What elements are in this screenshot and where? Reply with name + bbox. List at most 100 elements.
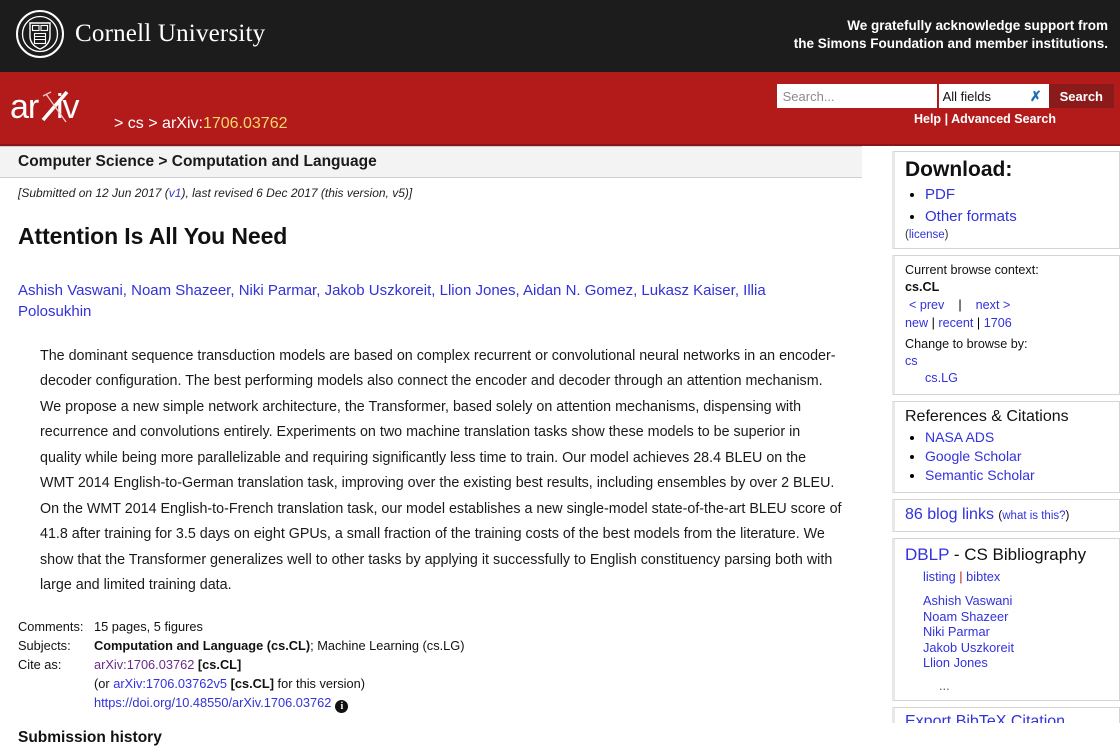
semantic-scholar-link[interactable]: Semantic Scholar: [925, 467, 1035, 483]
dblp-author-list: Ashish Vaswani Noam Shazeer Niki Parmar …: [905, 593, 1111, 671]
dblp-author-link[interactable]: Ashish Vaswani: [923, 593, 1111, 609]
author-comma: ,: [230, 282, 238, 299]
nav-separator: |: [958, 298, 961, 312]
submission-history-heading: Submission history: [0, 713, 862, 747]
breadcrumb-cs-link[interactable]: cs: [128, 115, 144, 132]
list-item: Google Scholar: [925, 447, 1111, 466]
download-box: Download: PDF Other formats (license): [892, 151, 1120, 249]
author-link[interactable]: Jakob Uszkoreit: [325, 282, 432, 299]
new-link[interactable]: new: [905, 316, 928, 330]
references-title: References & Citations: [905, 408, 1111, 426]
chevron-down-icon: ✗: [1030, 88, 1042, 105]
category-cs-link[interactable]: cs: [905, 354, 918, 368]
browse-context-box: Current browse context: cs.CL < prev|nex…: [892, 255, 1120, 395]
breadcrumb-separator-1: >: [114, 115, 123, 132]
dblp-author-link[interactable]: Noam Shazeer: [923, 609, 1111, 625]
license-link[interactable]: license: [909, 229, 945, 241]
dblp-listing-link[interactable]: listing: [923, 569, 956, 584]
list-item: PDF: [925, 184, 1111, 206]
dblp-author-link[interactable]: Llion Jones: [923, 655, 1111, 671]
links-separator: |: [945, 112, 949, 126]
license-close-paren: ): [945, 229, 949, 241]
search-area: All fields ✗ Search Help | Advanced Sear…: [777, 84, 1114, 126]
author-link[interactable]: Niki Parmar: [239, 282, 317, 299]
info-icon[interactable]: i: [335, 700, 348, 713]
breadcrumb-id-prefix: arXiv:: [162, 115, 203, 132]
recent-link[interactable]: recent: [938, 316, 973, 330]
author-list: Ashish Vaswani, Noam Shazeer, Niki Parma…: [0, 266, 862, 322]
submitted-middle: ), last revised 6 Dec 2017 (this version…: [181, 186, 412, 200]
subjects-primary: Computation and Language (cs.CL): [94, 638, 310, 653]
search-field-select[interactable]: All fields ✗: [937, 84, 1049, 108]
current-browse-context-label: Current browse context:: [905, 262, 1111, 279]
download-title: Download:: [905, 158, 1111, 182]
submitted-prefix: [Submitted on 12 Jun 2017 (: [18, 186, 169, 200]
dblp-heading-rest: - CS Bibliography: [949, 545, 1086, 564]
support-line-1: We gratefully acknowledge support from: [794, 17, 1108, 35]
comments-value: 15 pages, 5 figures: [94, 617, 203, 636]
page-body: Computer Science > Computation and Langu…: [0, 146, 1120, 652]
download-other-formats-link[interactable]: Other formats: [925, 208, 1017, 225]
cornell-university-label: Cornell University: [75, 20, 265, 48]
dblp-author-link[interactable]: Niki Parmar: [923, 624, 1111, 640]
author-link[interactable]: Aidan N. Gomez: [523, 282, 633, 299]
next-link[interactable]: next >: [976, 298, 1011, 312]
arxiv-logo[interactable]: ar iv: [10, 86, 110, 128]
cite-version-tag: [cs.CL]: [231, 676, 274, 691]
page-title: Attention Is All You Need: [0, 215, 862, 250]
dblp-link[interactable]: DBLP: [905, 545, 949, 564]
cite-category-tag: [cs.CL]: [198, 657, 241, 672]
cornell-seal-icon: [16, 10, 64, 58]
column-gutter: [862, 146, 892, 652]
blog-links-what-is-this: (what is this?): [998, 510, 1069, 522]
search-help-links: Help | Advanced Search: [777, 112, 1114, 126]
search-row: All fields ✗ Search: [777, 84, 1114, 108]
cite-arxiv-id-link[interactable]: arXiv:1706.03762: [94, 657, 194, 672]
dblp-box: DBLP - CS Bibliography listing | bibtex …: [892, 538, 1120, 701]
author-comma: ,: [516, 282, 524, 299]
list-item: NASA ADS: [925, 428, 1111, 447]
month-1706-link[interactable]: 1706: [984, 316, 1012, 330]
prev-link[interactable]: < prev: [909, 298, 944, 312]
author-link[interactable]: Llion Jones: [440, 282, 516, 299]
browse-listing-links: new | recent | 1706: [905, 314, 1111, 332]
dblp-author-link[interactable]: Jakob Uszkoreit: [923, 640, 1111, 656]
advanced-search-link[interactable]: Advanced Search: [951, 112, 1056, 126]
author-link[interactable]: Noam Shazeer: [131, 282, 230, 299]
download-pdf-link[interactable]: PDF: [925, 186, 955, 203]
support-line-2: the Simons Foundation and member institu…: [794, 35, 1108, 53]
main-content: Computer Science > Computation and Langu…: [0, 146, 862, 747]
dblp-ellipsis: ...: [905, 678, 1111, 693]
submission-date-line: [Submitted on 12 Jun 2017 (v1), last rev…: [0, 178, 862, 200]
help-link[interactable]: Help: [914, 112, 941, 126]
comments-label: Comments:: [18, 617, 94, 636]
category-cslg-link[interactable]: cs.LG: [925, 371, 958, 385]
doi-link[interactable]: https://doi.org/10.48550/arXiv.1706.0376…: [94, 695, 331, 710]
list-item: Semantic Scholar: [925, 466, 1111, 485]
cite-version-link[interactable]: arXiv:1706.03762v5: [113, 676, 227, 691]
nasa-ads-link[interactable]: NASA ADS: [925, 429, 994, 445]
what-is-this-link[interactable]: what is this?: [1002, 510, 1065, 522]
cite-version-suffix: for this version): [274, 676, 365, 691]
references-citations-box: References & Citations NASA ADS Google S…: [892, 401, 1120, 493]
breadcrumb-arxiv-id: arXiv:1706.03762: [162, 115, 287, 132]
paper-metadata: Comments: 15 pages, 5 figures Subjects: …: [0, 599, 862, 713]
dblp-bibtex-link[interactable]: bibtex: [966, 569, 1000, 584]
search-input[interactable]: [777, 84, 937, 108]
abstract-text: The dominant sequence transduction model…: [0, 322, 862, 599]
license-line: (license): [905, 229, 1111, 241]
author-comma: ,: [735, 282, 743, 299]
search-button[interactable]: Search: [1049, 84, 1114, 108]
cornell-university-link[interactable]: Cornell University: [16, 10, 265, 58]
blog-links-count-link[interactable]: 86 blog links: [905, 506, 994, 523]
author-link[interactable]: Lukasz Kaiser: [641, 282, 734, 299]
version-v1-link[interactable]: v1: [169, 186, 182, 200]
change-browse-label: Change to browse by:: [905, 336, 1111, 353]
author-comma: ,: [316, 282, 324, 299]
metadata-row-comments: Comments: 15 pages, 5 figures: [18, 617, 862, 636]
google-scholar-link[interactable]: Google Scholar: [925, 448, 1022, 464]
export-bibtex-citation-link[interactable]: Export BibTeX Citation: [905, 713, 1065, 723]
subject-header: Computer Science > Computation and Langu…: [0, 146, 862, 178]
author-link[interactable]: Ashish Vaswani: [18, 282, 123, 299]
references-list: NASA ADS Google Scholar Semantic Scholar: [905, 428, 1111, 485]
